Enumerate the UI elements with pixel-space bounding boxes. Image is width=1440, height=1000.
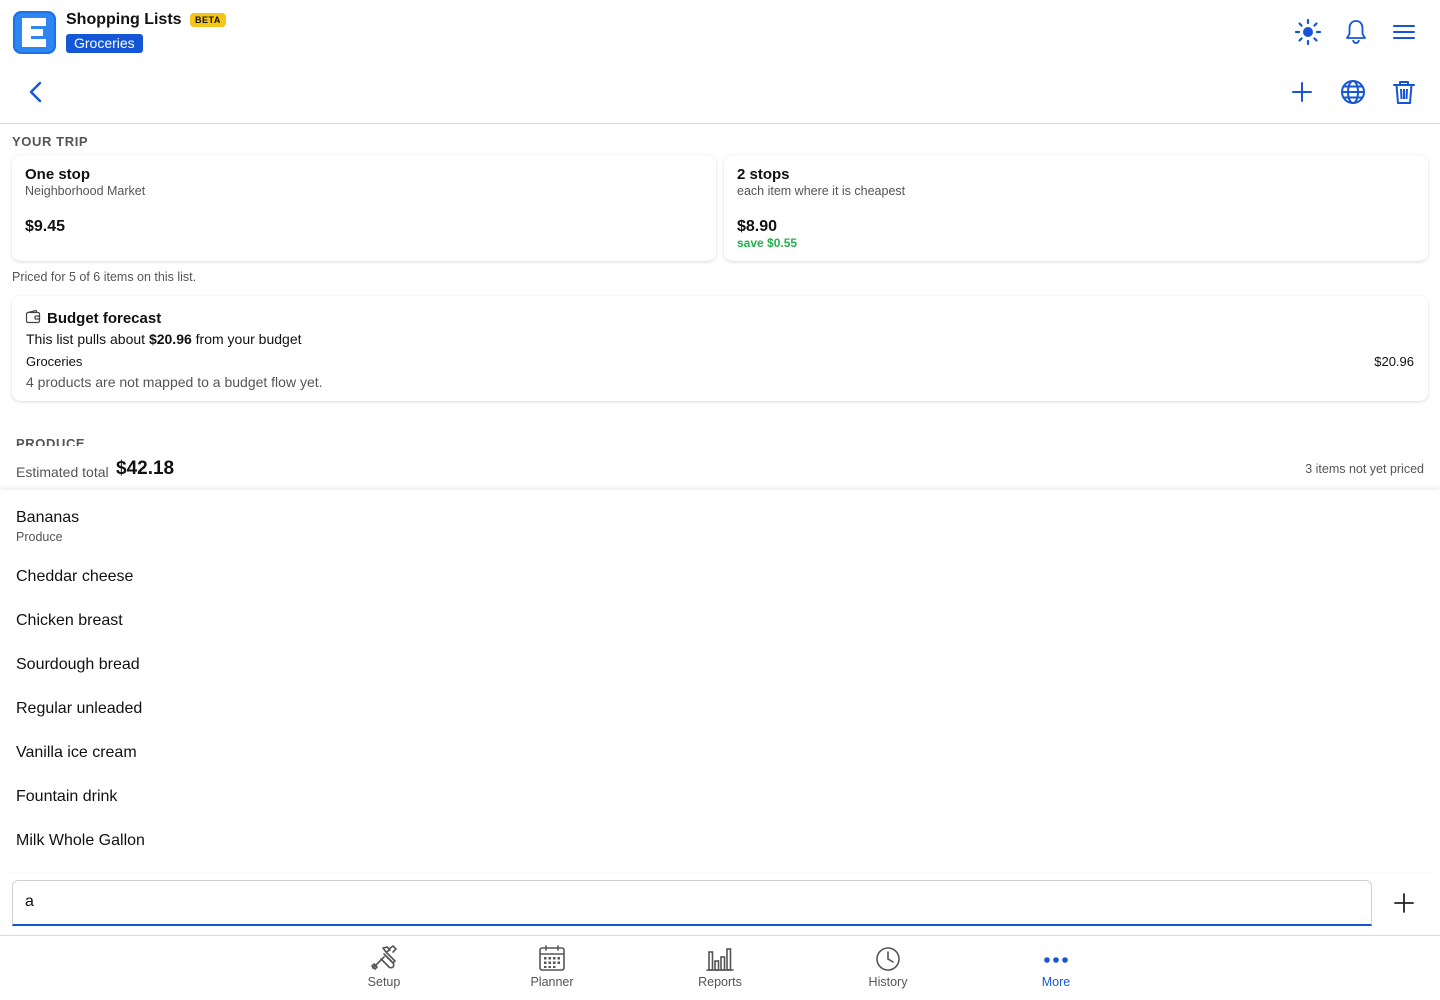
- suggestion-item-milk-whole-gallon[interactable]: Milk Whole Gallon: [16, 832, 145, 850]
- budget-pull-suffix: from your budget: [191, 331, 302, 347]
- app-title: Shopping Lists: [66, 11, 182, 28]
- nav-label-more: More: [1041, 975, 1071, 989]
- more-dots-icon: [1044, 957, 1068, 963]
- budget-forecast-title: Budget forecast: [47, 310, 162, 327]
- trip-option-subtitle: each item where it is cheapest: [737, 184, 906, 198]
- suggestion-item-cheddar-cheese[interactable]: Cheddar cheese: [16, 568, 133, 586]
- produce-section-label: PRODUCE: [16, 436, 86, 446]
- trash-icon[interactable]: [1390, 78, 1418, 106]
- priced-note: Priced for 5 of 6 items on this list.: [12, 270, 197, 284]
- trip-option-title: 2 stops: [737, 166, 790, 183]
- nav-item-reports[interactable]: Reports: [665, 944, 775, 989]
- budget-forecast-card: Budget forecast This list pulls about $2…: [12, 296, 1428, 401]
- your-trip-label: YOUR TRIP: [12, 134, 89, 149]
- trip-option-one-stop[interactable]: One stop Neighborhood Market $9.45: [12, 155, 716, 261]
- nav-label-reports: Reports: [698, 975, 742, 989]
- nav-label-planner: Planner: [530, 975, 574, 989]
- suggestion-item-category: Produce: [16, 530, 63, 544]
- app-header: Shopping Lists BETA Groceries: [0, 0, 1440, 64]
- add-item-field[interactable]: [12, 880, 1372, 926]
- budget-pull-prefix: This list pulls about: [26, 331, 149, 347]
- tools-icon: [371, 945, 397, 970]
- title-wrap: Shopping Lists BETA: [66, 11, 226, 29]
- list-name-chip[interactable]: Groceries: [66, 34, 143, 53]
- trip-option-title: One stop: [25, 166, 91, 183]
- nav-item-planner[interactable]: Planner: [497, 944, 607, 989]
- nav-item-more[interactable]: More: [1001, 944, 1111, 989]
- globe-icon[interactable]: [1339, 78, 1367, 106]
- add-item-plus-icon[interactable]: [1392, 891, 1416, 915]
- nav-label-history: History: [868, 975, 908, 989]
- bottom-nav-divider: [0, 935, 1440, 936]
- trip-option-savings: save $0.55: [737, 236, 798, 250]
- menu-icon[interactable]: [1390, 18, 1418, 46]
- nav-item-history[interactable]: History: [833, 944, 943, 989]
- suggestion-item-regular-unleaded[interactable]: Regular unleaded: [16, 700, 142, 718]
- bar-chart-icon: [706, 948, 734, 971]
- trip-option-subtitle: Neighborhood Market: [25, 184, 146, 198]
- estimated-total-value: $42.18: [116, 458, 175, 479]
- budget-category: Groceries: [26, 354, 83, 369]
- suggestion-list: Bananas Produce Cheddar cheese Chicken b…: [0, 490, 1440, 872]
- nav-item-setup[interactable]: Setup: [329, 944, 439, 989]
- suggestion-item-fountain-drink[interactable]: Fountain drink: [16, 788, 117, 806]
- add-icon[interactable]: [1288, 78, 1316, 106]
- app-logo-icon[interactable]: [13, 11, 56, 54]
- add-item-input[interactable]: [25, 893, 1345, 911]
- beta-badge: BETA: [190, 13, 226, 27]
- suggestion-item-sourdough-bread[interactable]: Sourdough bread: [16, 656, 140, 674]
- nav-label-setup: Setup: [367, 975, 401, 989]
- estimated-total-label: Estimated total: [16, 464, 109, 480]
- budget-pull-line: This list pulls about $20.96 from your b…: [26, 331, 302, 347]
- budget-unmapped-note: 4 products are not mapped to a budget fl…: [26, 374, 323, 390]
- suggestion-item-vanilla-ice-cream[interactable]: Vanilla ice cream: [16, 744, 137, 762]
- trip-option-two-stops[interactable]: 2 stops each item where it is cheapest $…: [724, 155, 1428, 261]
- budget-pull-amount: $20.96: [148, 331, 192, 347]
- clock-icon: [876, 947, 900, 971]
- theme-sun-icon[interactable]: [1294, 18, 1322, 46]
- header-divider: [0, 123, 1440, 124]
- trip-option-price: $9.45: [25, 218, 66, 235]
- bell-icon[interactable]: [1342, 18, 1370, 46]
- back-chevron-icon[interactable]: [22, 78, 50, 106]
- not-priced-note: 3 items not yet priced: [1305, 462, 1424, 476]
- trip-option-price: $8.90: [737, 218, 778, 235]
- suggestion-item-bananas[interactable]: Bananas: [16, 509, 79, 527]
- suggestion-item-chicken-breast[interactable]: Chicken breast: [16, 612, 123, 630]
- wallet-icon: [25, 309, 41, 324]
- budget-category-amount: $20.96: [1374, 354, 1414, 369]
- calendar-icon: [539, 945, 565, 971]
